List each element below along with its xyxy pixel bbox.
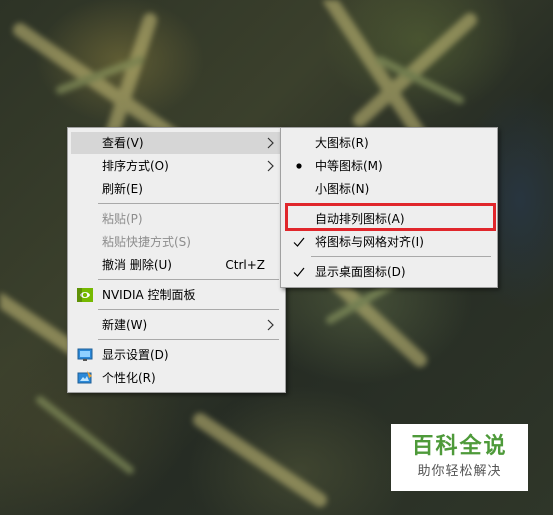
menu-item-personalize-label: 个性化(R) [102,371,156,385]
submenu-item-align-to-grid-label: 将图标与网格对齐(I) [315,235,424,249]
menu-separator [98,309,279,310]
menu-separator [98,339,279,340]
bullet-icon [296,163,302,169]
submenu-item-medium-icons-label: 中等图标(M) [315,159,383,173]
watermark-logo: 百科全说 助你轻松解决 [391,424,528,491]
submenu-item-large-icons[interactable]: 大图标(R) [284,132,494,154]
menu-item-nvidia-control-panel[interactable]: NVIDIA 控制面板 [71,284,282,306]
menu-item-nvidia-label: NVIDIA 控制面板 [102,288,196,302]
menu-item-sort-by-label: 排序方式(O) [102,159,169,173]
menu-item-refresh-label: 刷新(E) [102,182,143,196]
desktop-context-menu: 查看(V) 排序方式(O) 刷新(E) 粘贴(P) 粘贴快捷方式(S) 撤消 删… [67,127,286,393]
menu-item-sort-by[interactable]: 排序方式(O) [71,155,282,177]
menu-item-paste-label: 粘贴(P) [102,212,143,226]
checkmark-icon [293,237,305,247]
menu-item-undo-delete[interactable]: 撤消 删除(U) Ctrl+Z [71,254,282,276]
menu-item-new[interactable]: 新建(W) [71,314,282,336]
watermark-title: 百科全说 [411,434,508,459]
annotation-highlight-box [285,203,496,231]
submenu-item-show-desktop-icons-label: 显示桌面图标(D) [315,265,406,279]
menu-item-view[interactable]: 查看(V) [71,132,282,154]
menu-item-undo-delete-label: 撤消 删除(U) [102,258,172,272]
submenu-item-align-to-grid[interactable]: 将图标与网格对齐(I) [284,231,494,253]
menu-item-new-label: 新建(W) [102,318,148,332]
submenu-item-small-icons-label: 小图标(N) [315,182,370,196]
desktop[interactable]: 查看(V) 排序方式(O) 刷新(E) 粘贴(P) 粘贴快捷方式(S) 撤消 删… [0,0,553,515]
nvidia-icon [77,288,93,302]
menu-item-display-settings-label: 显示设置(D) [102,348,169,362]
chevron-right-icon [267,160,274,172]
menu-item-paste-shortcut-label: 粘贴快捷方式(S) [102,235,191,249]
menu-item-undo-shortcut: Ctrl+Z [225,258,265,272]
menu-separator [98,279,279,280]
chevron-right-icon [267,319,274,331]
menu-item-paste-shortcut[interactable]: 粘贴快捷方式(S) [71,231,282,253]
menu-separator [311,256,491,257]
menu-item-paste[interactable]: 粘贴(P) [71,208,282,230]
submenu-item-show-desktop-icons[interactable]: 显示桌面图标(D) [284,261,494,283]
menu-item-personalize[interactable]: 个性化(R) [71,367,282,389]
submenu-item-large-icons-label: 大图标(R) [315,136,369,150]
display-settings-icon [77,348,93,361]
menu-item-refresh[interactable]: 刷新(E) [71,178,282,200]
submenu-item-small-icons[interactable]: 小图标(N) [284,178,494,200]
personalize-icon [77,371,92,384]
chevron-right-icon [267,137,274,149]
menu-separator [98,203,279,204]
menu-item-display-settings[interactable]: 显示设置(D) [71,344,282,366]
checkmark-icon [293,267,305,277]
submenu-item-medium-icons[interactable]: 中等图标(M) [284,155,494,177]
menu-item-view-label: 查看(V) [102,136,144,150]
watermark-subtitle: 助你轻松解决 [417,464,502,479]
